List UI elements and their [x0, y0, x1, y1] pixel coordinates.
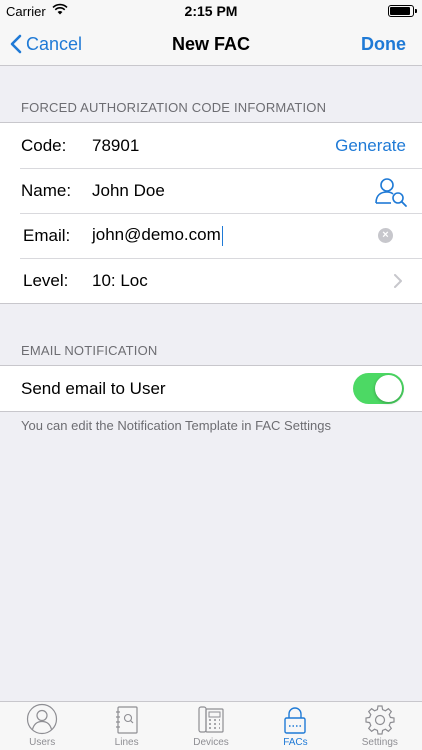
text-cursor [221, 225, 223, 246]
code-row: Code: 78901 Generate [0, 123, 422, 168]
email-value: john@demo.com [92, 225, 221, 245]
done-button[interactable]: Done [361, 22, 406, 66]
tab-settings[interactable]: Settings [338, 702, 422, 750]
tab-bar: Users Lines Devices FACs Settings [0, 701, 422, 750]
level-row[interactable]: Level: 10: Loc [0, 258, 422, 303]
notification-note: You can edit the Notification Template i… [21, 418, 332, 433]
clear-email-button[interactable]: × [378, 228, 393, 243]
tab-devices-label: Devices [193, 737, 229, 748]
page-title: New FAC [171, 34, 250, 54]
email-field[interactable]: john@demo.com [92, 225, 223, 246]
lock-icon [284, 707, 307, 734]
status-bar: Carrier 2:15 PM [0, 0, 422, 22]
code-field[interactable]: 78901 [92, 136, 139, 156]
level-label: Level: [23, 270, 69, 290]
phone-icon [198, 706, 224, 733]
send-email-label: Send email to User [21, 378, 166, 398]
clear-icon: × [378, 228, 393, 243]
email-notification-group: Send email to User [0, 365, 422, 412]
user-search-icon[interactable] [374, 174, 408, 208]
email-notification-header: EMAIL NOTIFICATION [21, 343, 158, 358]
email-row: Email: john@demo.com × [0, 213, 422, 258]
code-label: Code: [21, 135, 67, 155]
email-label: Email: [23, 225, 71, 245]
name-field[interactable]: John Doe [92, 181, 165, 201]
tab-users[interactable]: Users [0, 702, 84, 750]
tab-users-label: Users [29, 737, 56, 748]
user-icon [27, 703, 58, 735]
chevron-right-icon [394, 273, 402, 288]
level-value: 10: Loc [92, 270, 148, 290]
navigation-bar: Cancel New FAC Done [0, 22, 422, 66]
tab-facs-label: FACs [283, 737, 308, 748]
send-email-row: Send email to User [0, 366, 422, 411]
tab-facs[interactable]: FACs [253, 702, 337, 750]
tab-settings-label: Settings [361, 737, 398, 748]
fac-info-group: Code: 78901 Generate Name: John Doe Emai… [0, 122, 422, 304]
name-label: Name: [21, 180, 72, 200]
generate-button[interactable]: Generate [335, 136, 406, 156]
address-book-icon [115, 706, 138, 734]
toggle-knob [375, 375, 402, 402]
send-email-toggle[interactable] [353, 373, 404, 404]
battery-icon [388, 5, 417, 17]
name-row: Name: John Doe [0, 168, 422, 213]
gear-icon [365, 705, 395, 735]
tab-lines-label: Lines [114, 737, 139, 748]
status-time: 2:15 PM [184, 3, 238, 19]
tab-devices[interactable]: Devices [169, 702, 253, 750]
fac-info-header: FORCED AUTHORIZATION CODE INFORMATION [21, 100, 327, 115]
toggle-switch [353, 373, 404, 404]
tab-lines[interactable]: Lines [84, 702, 168, 750]
